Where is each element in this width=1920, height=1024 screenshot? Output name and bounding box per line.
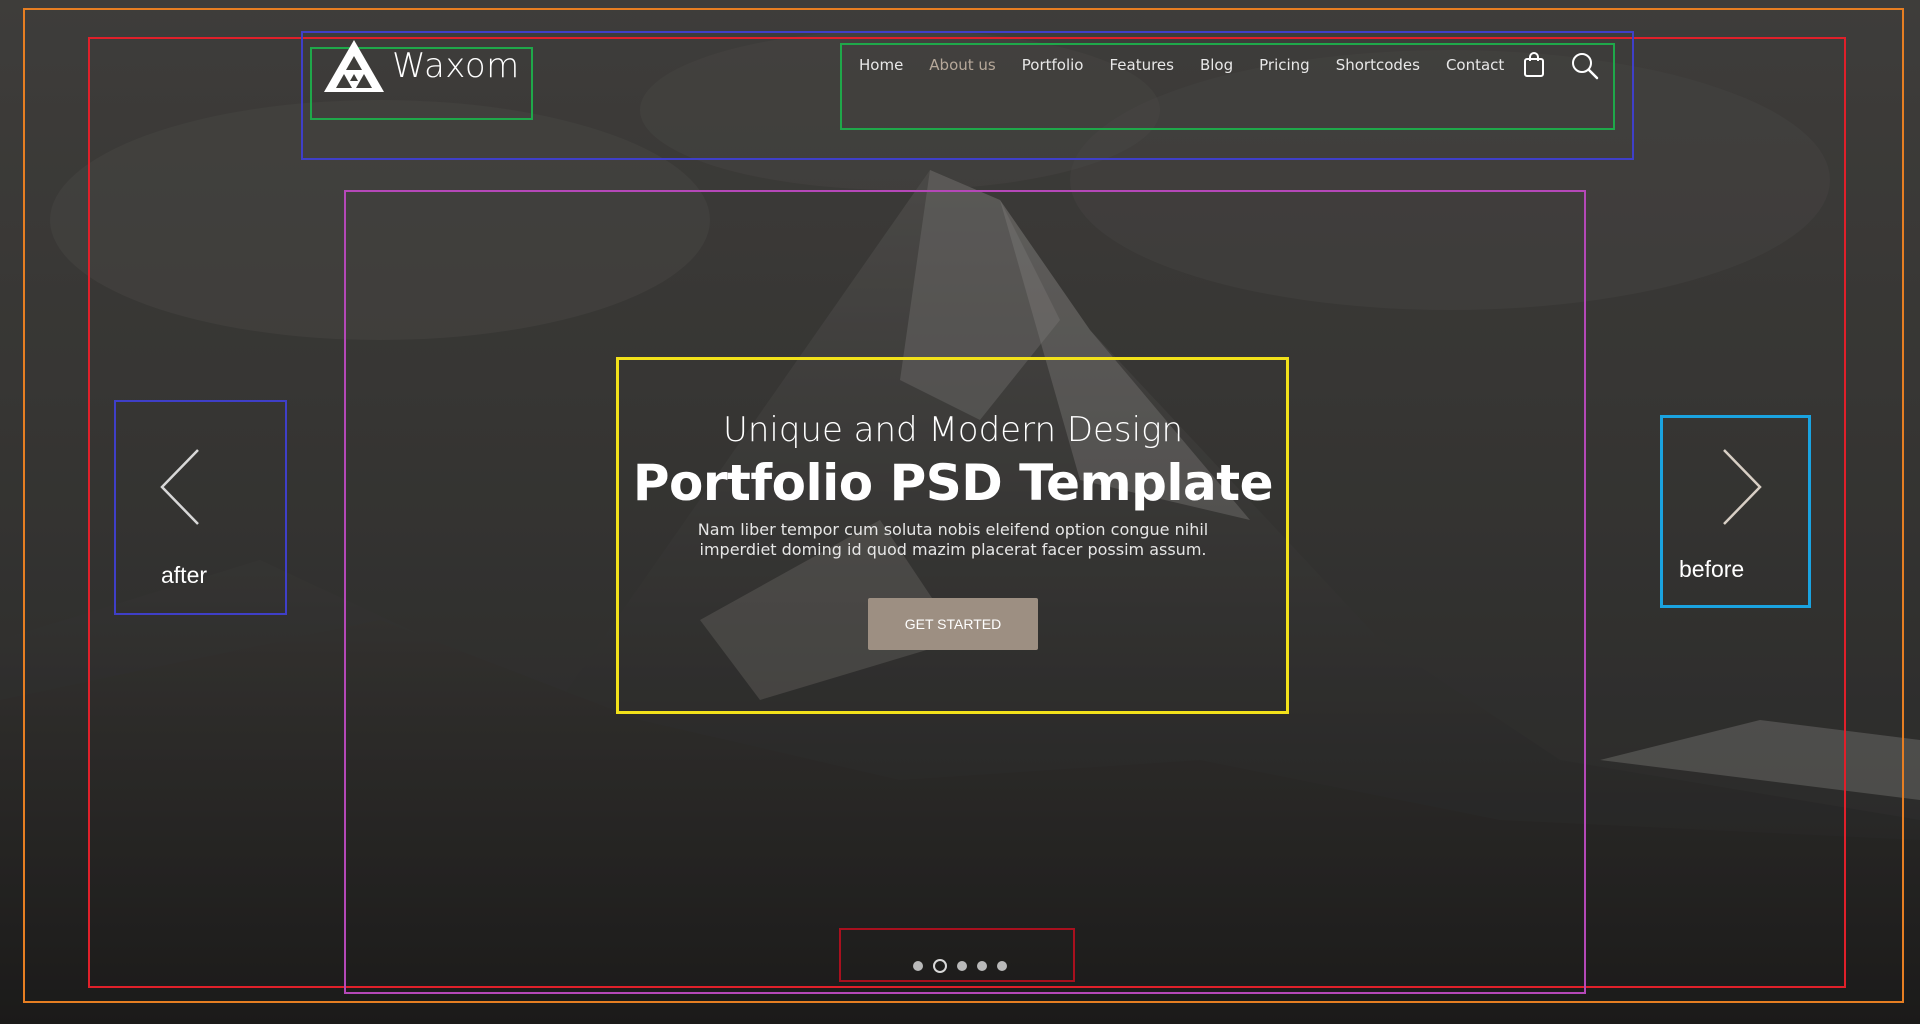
main-nav: Home About us Portfolio Features Blog Pr… — [859, 56, 1530, 74]
brand-name: Waxom — [392, 46, 520, 86]
nav-item-features[interactable]: Features — [1109, 56, 1174, 74]
prev-slide-label[interactable]: after — [161, 562, 207, 589]
chevron-left-icon[interactable] — [158, 448, 204, 526]
slider-dot-active[interactable] — [933, 959, 947, 973]
nav-item-pricing[interactable]: Pricing — [1259, 56, 1310, 74]
search-icon[interactable] — [1571, 52, 1599, 80]
hero-description: Nam liber tempor cum soluta nobis eleife… — [697, 520, 1209, 559]
chevron-right-icon[interactable] — [1718, 448, 1764, 526]
hero-content: Unique and Modern Design Portfolio PSD T… — [618, 360, 1288, 650]
logo-icon — [324, 40, 384, 92]
hero-title: Portfolio PSD Template — [632, 454, 1274, 512]
slider-pagination — [913, 959, 1017, 973]
next-slide-label[interactable]: before — [1679, 556, 1744, 583]
nav-item-about[interactable]: About us — [929, 56, 995, 74]
slider-dot[interactable] — [997, 961, 1007, 971]
slider-dot[interactable] — [913, 961, 923, 971]
nav-item-contact[interactable]: Contact — [1446, 56, 1504, 74]
nav-item-shortcodes[interactable]: Shortcodes — [1336, 56, 1420, 74]
shopping-bag-icon[interactable] — [1523, 52, 1545, 78]
slider-dot[interactable] — [977, 961, 987, 971]
slider-dot[interactable] — [957, 961, 967, 971]
get-started-button[interactable]: GET STARTED — [868, 598, 1038, 650]
nav-item-portfolio[interactable]: Portfolio — [1022, 56, 1084, 74]
logo[interactable]: Waxom — [322, 38, 520, 94]
nav-item-home[interactable]: Home — [859, 56, 903, 74]
hero-subtitle: Unique and Modern Design — [722, 410, 1184, 450]
nav-item-blog[interactable]: Blog — [1200, 56, 1233, 74]
